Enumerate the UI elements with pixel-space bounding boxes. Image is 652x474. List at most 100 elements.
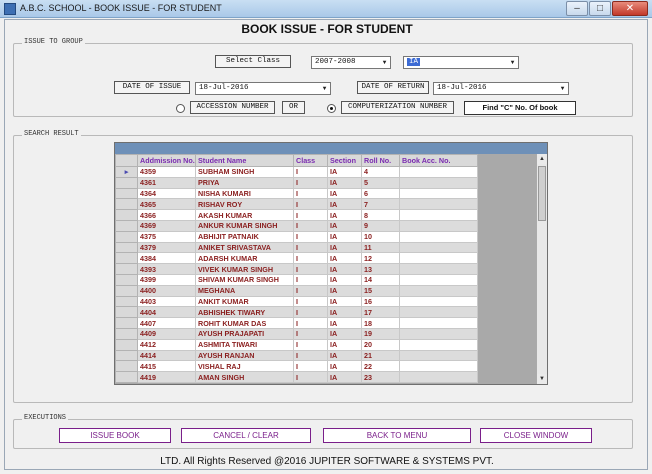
table-row[interactable]: 4364 NISHA KUMARI I IA 6	[115, 187, 478, 200]
chevron-down-icon[interactable]: ▼	[558, 84, 567, 93]
table-cell[interactable]: ASHMITA TIWARI	[195, 338, 294, 351]
row-header[interactable]	[115, 284, 138, 297]
col-section[interactable]: Section	[327, 154, 362, 167]
row-header[interactable]	[115, 252, 138, 265]
table-cell[interactable]: 4366	[137, 209, 196, 221]
table-cell[interactable]: IA	[327, 263, 362, 275]
table-row[interactable]: 4403 ANKIT KUMAR I IA 16	[115, 295, 478, 308]
table-cell[interactable]: IA	[327, 317, 362, 329]
row-header[interactable]	[115, 371, 138, 383]
table-cell[interactable]: 16	[361, 295, 400, 308]
table-row[interactable]: 4412 ASHMITA TIWARI I IA 20	[115, 338, 478, 351]
computerization-number-radio[interactable]	[327, 104, 336, 113]
table-cell[interactable]: 21	[361, 349, 400, 362]
table-cell[interactable]: I	[293, 371, 328, 383]
student-grid[interactable]: Addmission No. Student Name Class Sectio…	[114, 142, 548, 385]
table-cell[interactable]: 7	[361, 198, 400, 211]
table-cell[interactable]: I	[293, 198, 328, 211]
table-cell[interactable]: I	[293, 284, 328, 297]
table-cell[interactable]: ANIKET SRIVASTAVA	[195, 241, 294, 254]
find-c-number-button[interactable]: Find "C" No. Of book	[464, 101, 576, 115]
table-cell[interactable]	[399, 371, 478, 383]
table-cell[interactable]	[399, 187, 478, 200]
table-cell[interactable]: 11	[361, 241, 400, 254]
row-header[interactable]	[115, 327, 138, 340]
table-cell[interactable]: 4361	[137, 176, 196, 189]
row-header[interactable]	[115, 360, 138, 373]
chevron-down-icon[interactable]: ▼	[508, 58, 517, 67]
table-cell[interactable]: IA	[327, 176, 362, 189]
table-row[interactable]: 4365 RISHAV ROY I IA 7	[115, 198, 478, 211]
table-cell[interactable]: ANKIT KUMAR	[195, 295, 294, 308]
table-cell[interactable]: VIVEK KUMAR SINGH	[195, 263, 294, 275]
table-cell[interactable]: SUBHAM SINGH	[195, 166, 294, 178]
table-cell[interactable]	[399, 273, 478, 286]
row-header[interactable]	[115, 263, 138, 275]
table-cell[interactable]: 4379	[137, 241, 196, 254]
table-cell[interactable]: I	[293, 360, 328, 373]
table-cell[interactable]: AKASH KUMAR	[195, 209, 294, 221]
table-row[interactable]: 4415 VISHAL RAJ I IA 22	[115, 360, 478, 373]
table-cell[interactable]: 4403	[137, 295, 196, 308]
table-cell[interactable]: 8	[361, 209, 400, 221]
table-row[interactable]: 4369 ANKUR KUMAR SINGH I IA 9	[115, 219, 478, 232]
table-cell[interactable]: 18	[361, 317, 400, 329]
row-header[interactable]	[115, 295, 138, 308]
table-cell[interactable]: I	[293, 317, 328, 329]
table-row[interactable]: 4407 ROHIT KUMAR DAS I IA 18	[115, 317, 478, 329]
table-row[interactable]: 4404 ABHISHEK TIWARY I IA 17	[115, 306, 478, 319]
row-header[interactable]	[115, 338, 138, 351]
table-row[interactable]: 4375 ABHIJIT PATNAIK I IA 10	[115, 230, 478, 243]
accession-number-radio[interactable]	[176, 104, 185, 113]
table-cell[interactable]: ABHIJIT PATNAIK	[195, 230, 294, 243]
row-header[interactable]	[115, 273, 138, 286]
table-cell[interactable]: 17	[361, 306, 400, 319]
row-header[interactable]	[115, 241, 138, 254]
table-cell[interactable]: I	[293, 263, 328, 275]
table-cell[interactable]: I	[293, 306, 328, 319]
table-cell[interactable]: 4415	[137, 360, 196, 373]
table-cell[interactable]	[399, 263, 478, 275]
back-to-menu-button[interactable]: BACK TO MENU	[323, 428, 471, 443]
row-header[interactable]	[115, 198, 138, 211]
maximize-button[interactable]: □	[589, 1, 611, 16]
table-cell[interactable]: SHIVAM KUMAR SINGH	[195, 273, 294, 286]
table-cell[interactable]: 4414	[137, 349, 196, 362]
table-cell[interactable]: 6	[361, 187, 400, 200]
table-cell[interactable]: IA	[327, 209, 362, 221]
chevron-down-icon[interactable]: ▼	[380, 58, 389, 67]
table-cell[interactable]: 5	[361, 176, 400, 189]
col-student-name[interactable]: Student Name	[195, 154, 294, 167]
grid-vertical-scrollbar[interactable]: ▲ ▼	[536, 154, 547, 384]
table-cell[interactable]: 4419	[137, 371, 196, 383]
table-row[interactable]: 4400 MEGHANA I IA 15	[115, 284, 478, 297]
table-cell[interactable]: 4375	[137, 230, 196, 243]
table-cell[interactable]	[399, 219, 478, 232]
table-cell[interactable]: 4404	[137, 306, 196, 319]
table-cell[interactable]: IA	[327, 327, 362, 340]
scroll-down-icon[interactable]: ▼	[537, 374, 547, 384]
table-cell[interactable]: IA	[327, 187, 362, 200]
col-book-acc-no[interactable]: Book Acc. No.	[399, 154, 478, 167]
row-header[interactable]	[115, 219, 138, 232]
table-cell[interactable]: 19	[361, 327, 400, 340]
table-cell[interactable]: 4	[361, 166, 400, 178]
date-of-return-picker[interactable]: 18-Jul-2016 ▼	[433, 82, 569, 95]
row-header[interactable]	[115, 209, 138, 221]
table-cell[interactable]: ABHISHEK TIWARY	[195, 306, 294, 319]
table-cell[interactable]	[399, 230, 478, 243]
table-cell[interactable]: IA	[327, 241, 362, 254]
table-cell[interactable]	[399, 209, 478, 221]
table-cell[interactable]: I	[293, 252, 328, 265]
table-cell[interactable]	[399, 360, 478, 373]
table-cell[interactable]: I	[293, 209, 328, 221]
table-cell[interactable]: 15	[361, 284, 400, 297]
table-cell[interactable]	[399, 327, 478, 340]
table-cell[interactable]: PRIYA	[195, 176, 294, 189]
table-cell[interactable]: 4369	[137, 219, 196, 232]
table-cell[interactable]: IA	[327, 198, 362, 211]
table-cell[interactable]: 4399	[137, 273, 196, 286]
table-cell[interactable]	[399, 241, 478, 254]
table-cell[interactable]	[399, 284, 478, 297]
table-cell[interactable]: I	[293, 327, 328, 340]
